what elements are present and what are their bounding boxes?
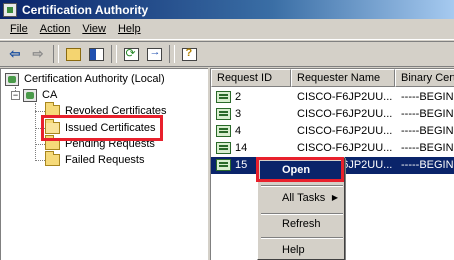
window-title: Certification Authority	[22, 2, 149, 17]
column-header-binary-certificate[interactable]: Binary Certi	[395, 69, 454, 87]
forward-arrow-icon[interactable]: ⇨	[27, 43, 49, 65]
binary-certificate: -----BEGIN	[401, 142, 454, 154]
tree-item-failed-requests[interactable]: Failed Requests	[45, 151, 147, 168]
menu-help[interactable]: Help	[112, 23, 147, 35]
title-bar[interactable]: Certification Authority	[0, 0, 454, 19]
column-header-requester-name[interactable]: Requester Name	[291, 69, 395, 87]
certificate-icon	[216, 142, 231, 154]
requester-name: CISCO-F6JP2UU...	[297, 108, 393, 120]
tree-line	[35, 144, 45, 145]
tree-line	[35, 160, 45, 161]
menu-action[interactable]: Action	[34, 23, 77, 35]
column-header-request-id[interactable]: Request ID	[211, 69, 291, 87]
menu-file[interactable]: File	[4, 23, 34, 35]
up-folder-icon[interactable]	[62, 43, 84, 65]
table-row[interactable]: 4 CISCO-F6JP2UU... -----BEGIN	[211, 123, 454, 140]
tree-line	[35, 111, 45, 112]
menu-separator	[261, 185, 343, 187]
request-id: 3	[235, 108, 242, 120]
certification-authority-icon	[5, 72, 19, 86]
ca-server-icon	[23, 88, 37, 102]
issued-certificates-highlight	[41, 115, 163, 141]
toolbar-separator	[53, 45, 59, 63]
certificate-icon	[216, 125, 231, 137]
tree-root-node[interactable]: Certification Authority (Local)	[5, 71, 167, 87]
certificate-icon	[216, 159, 231, 171]
toolbar-separator	[169, 45, 175, 63]
open-menu-highlight	[256, 157, 344, 182]
table-row[interactable]: 14 CISCO-F6JP2UU... -----BEGIN	[211, 140, 454, 157]
tree-item-label: Failed Requests	[65, 154, 145, 166]
requester-name: CISCO-F6JP2UU...	[297, 142, 393, 154]
binary-certificate: -----BEGIN	[401, 108, 454, 120]
requester-name: CISCO-F6JP2UU...	[297, 91, 393, 103]
console-tree: Certification Authority (Local) − CA Rev…	[0, 68, 208, 260]
requester-name: CISCO-F6JP2UU...	[297, 125, 393, 137]
back-arrow-icon[interactable]: ⇦	[4, 43, 26, 65]
refresh-icon[interactable]	[120, 43, 142, 65]
context-menu-help[interactable]: Help	[260, 241, 344, 259]
tree-root-label: Certification Authority (Local)	[24, 73, 165, 85]
menu-bar: File Action View Help	[0, 19, 454, 40]
binary-certificate: -----BEGIN	[401, 125, 454, 137]
submenu-arrow-icon: ▶	[331, 193, 338, 202]
binary-certificate: -----BEGIN	[401, 91, 454, 103]
request-id: 2	[235, 91, 242, 103]
request-id: 14	[235, 142, 248, 154]
collapse-expander-icon[interactable]: −	[11, 90, 20, 100]
binary-certificate: -----BEGIN	[401, 159, 454, 171]
tree-ca-label: CA	[42, 89, 58, 101]
context-menu-all-tasks[interactable]: All Tasks ▶	[260, 189, 344, 207]
certificate-icon	[216, 91, 231, 103]
certificate-icon	[216, 108, 231, 120]
menu-view[interactable]: View	[76, 23, 112, 35]
toolbar: ⇦ ⇨	[0, 41, 454, 67]
menu-separator	[261, 237, 343, 239]
tree-ca-node[interactable]: − CA	[11, 87, 59, 103]
help-icon[interactable]	[178, 43, 200, 65]
toolbar-separator	[111, 45, 117, 63]
request-id: 4	[235, 125, 242, 137]
folder-icon	[45, 151, 60, 166]
export-list-icon[interactable]	[143, 43, 165, 65]
show-hide-tree-icon[interactable]	[85, 43, 107, 65]
table-row[interactable]: 2 CISCO-F6JP2UU... -----BEGIN	[211, 89, 454, 106]
request-id: 15	[235, 159, 248, 171]
table-row[interactable]: 3 CISCO-F6JP2UU... -----BEGIN	[211, 106, 454, 123]
context-menu-refresh[interactable]: Refresh	[260, 215, 344, 233]
certificate-authority-icon	[3, 2, 17, 17]
